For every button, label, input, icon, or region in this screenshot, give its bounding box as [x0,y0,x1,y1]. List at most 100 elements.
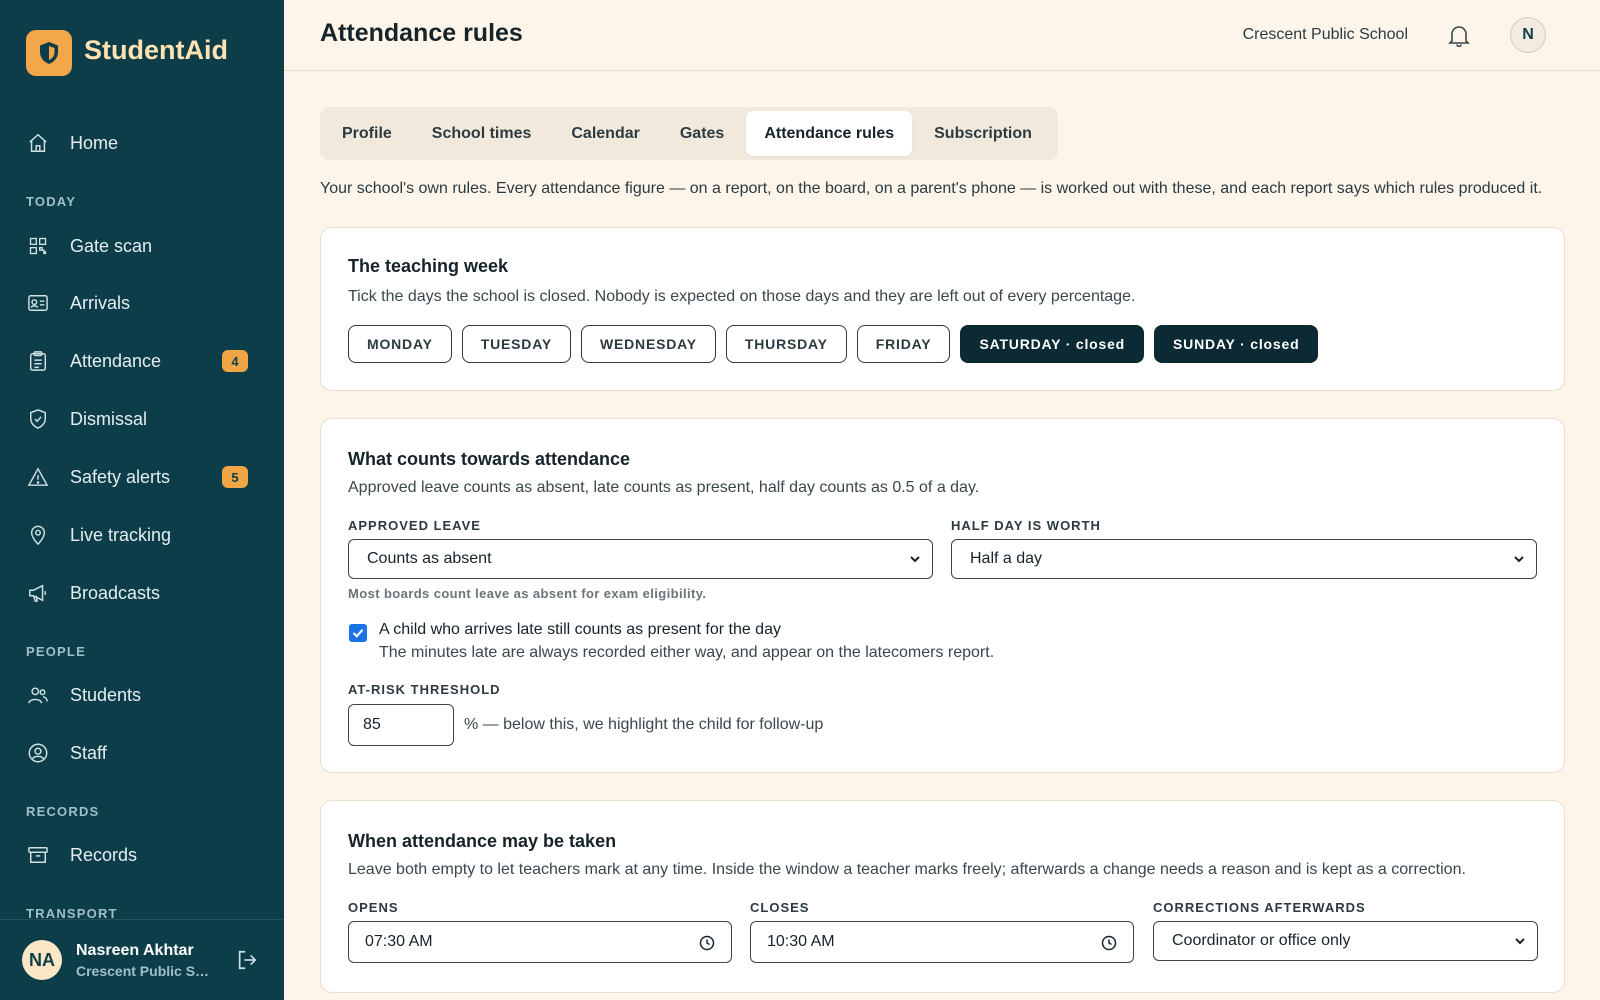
day-saturday[interactable]: SATURDAY · closed [960,325,1145,363]
user-circle-icon [26,741,50,765]
closes-label: CLOSES [750,900,810,915]
at-risk-label: AT-RISK THRESHOLD [348,682,501,697]
card-title: When attendance may be taken [348,831,617,851]
shield-logo-icon [26,30,72,76]
qr-code-icon [26,234,50,258]
sidebar-item-label: Safety alerts [70,466,171,487]
late-present-sub: The minutes late are always recorded eit… [379,644,995,661]
user-meta: Nasreen Akhtar Crescent Public School [76,942,214,979]
user-name: Nasreen Akhtar [76,941,194,959]
sidebar-item-records[interactable]: Records [26,833,258,877]
corrections-label: CORRECTIONS AFTERWARDS [1153,900,1366,915]
sidebar-item-arrivals[interactable]: Arrivals [26,281,258,325]
section-today: TODAY [26,194,77,209]
card-description: Tick the days the school is closed. Nobo… [348,288,1136,305]
day-sunday[interactable]: SUNDAY · closed [1154,325,1319,363]
approved-leave-select[interactable]: Counts as absent [348,539,933,579]
sidebar-item-attendance[interactable]: Attendance 4 [26,339,258,383]
sidebar-item-label: Live tracking [70,524,172,545]
sidebar-item-label: Staff [70,742,107,763]
sidebar-item-broadcasts[interactable]: Broadcasts [26,571,258,615]
top-bar: Attendance rules Crescent Public School … [284,0,1600,71]
sidebar-item-label: Arrivals [70,292,131,313]
window-card: When attendance may be taken Leave both … [320,800,1565,993]
teaching-week-card: The teaching week Tick the days the scho… [320,227,1565,391]
tab-gates[interactable]: Gates [662,111,742,156]
clock-icon[interactable] [1101,935,1117,951]
warning-icon [26,465,50,489]
user-footer: NA Nasreen Akhtar Crescent Public School [0,919,284,1000]
card-title: What counts towards attendance [348,449,631,469]
at-risk-input[interactable]: 85 [348,704,454,746]
safety-alerts-count-badge: 5 [222,466,248,488]
id-card-icon [26,291,50,315]
card-title: The teaching week [348,256,509,276]
opens-label: OPENS [348,900,399,915]
section-records: RECORDS [26,804,100,819]
opens-time-input[interactable]: 07:30 AM [348,921,732,963]
day-wednesday[interactable]: WEDNESDAY [580,325,716,363]
user-school: Crescent Public School [76,962,214,979]
bell-icon[interactable] [1446,22,1472,48]
section-people: PEOPLE [26,644,86,659]
users-icon [26,683,50,707]
sidebar-item-label: Records [70,844,138,865]
header-avatar[interactable]: N [1510,17,1546,53]
sidebar-item-gate-scan[interactable]: Gate scan [26,224,258,268]
sidebar-item-label: Broadcasts [70,582,161,603]
tab-attendance-rules[interactable]: Attendance rules [746,111,913,156]
checkmark-icon [352,629,364,638]
sidebar-item-live-tracking[interactable]: Live tracking [26,513,258,557]
sidebar-item-home[interactable]: Home [26,121,258,165]
closes-time-input[interactable]: 10:30 AM [750,921,1134,963]
approved-leave-label: APPROVED LEAVE [348,518,481,533]
page-title: Attendance rules [320,19,523,47]
card-description: Leave both empty to let teachers mark at… [348,861,1466,878]
late-present-checkbox[interactable] [349,624,367,642]
day-toggles: MONDAY TUESDAY WEDNESDAY THURSDAY FRIDAY… [348,325,1328,363]
select-value: Coordinator or office only [1172,932,1351,949]
late-present-label[interactable]: A child who arrives late still counts as… [379,621,781,639]
sidebar-item-staff[interactable]: Staff [26,731,258,775]
location-pin-icon [26,523,50,547]
sidebar-item-safety-alerts[interactable]: Safety alerts 5 [26,455,258,499]
sidebar-item-dismissal[interactable]: Dismissal [26,397,258,441]
sidebar-item-label: Gate scan [70,235,153,256]
archive-icon [26,843,50,867]
day-tuesday[interactable]: TUESDAY [461,325,571,363]
home-icon [26,131,50,155]
tab-school-times[interactable]: School times [414,111,550,156]
day-thursday[interactable]: THURSDAY [725,325,847,363]
select-value: Counts as absent [367,550,492,567]
shield-check-icon [26,407,50,431]
half-day-label: HALF DAY IS WORTH [951,518,1101,533]
brand[interactable]: StudentAid [26,30,228,76]
user-avatar[interactable]: NA [22,940,62,980]
tab-subscription[interactable]: Subscription [916,111,1050,156]
approved-leave-hint: Most boards count leave as absent for ex… [348,586,707,601]
time-value: 10:30 AM [767,933,835,950]
select-value: Half a day [970,550,1043,567]
megaphone-icon [26,581,50,605]
tab-profile[interactable]: Profile [324,111,410,156]
day-friday[interactable]: FRIDAY [856,325,951,363]
tab-calendar[interactable]: Calendar [553,111,657,156]
brand-name: StudentAid [84,34,228,65]
sidebar-item-label: Dismissal [70,408,148,429]
sidebar: StudentAid Home TODAY Gate scan Arrivals… [0,0,284,1000]
clock-icon[interactable] [699,935,715,951]
sidebar-item-label: Attendance [70,350,162,371]
corrections-select[interactable]: Coordinator or office only [1153,921,1538,961]
sidebar-item-label: Home [70,132,119,153]
logout-icon[interactable] [234,947,260,973]
sidebar-item-students[interactable]: Students [26,673,258,717]
at-risk-suffix: % — below this, we highlight the child f… [464,716,824,733]
chevron-down-icon [1514,556,1524,563]
intro-text: Your school's own rules. Every attendanc… [320,180,1543,197]
card-description: Approved leave counts as absent, late co… [348,479,980,496]
day-monday[interactable]: MONDAY [348,325,452,363]
school-name: Crescent Public School [1242,26,1408,43]
half-day-select[interactable]: Half a day [951,539,1537,579]
chevron-down-icon [1515,938,1525,945]
sidebar-item-label: Students [70,684,142,705]
